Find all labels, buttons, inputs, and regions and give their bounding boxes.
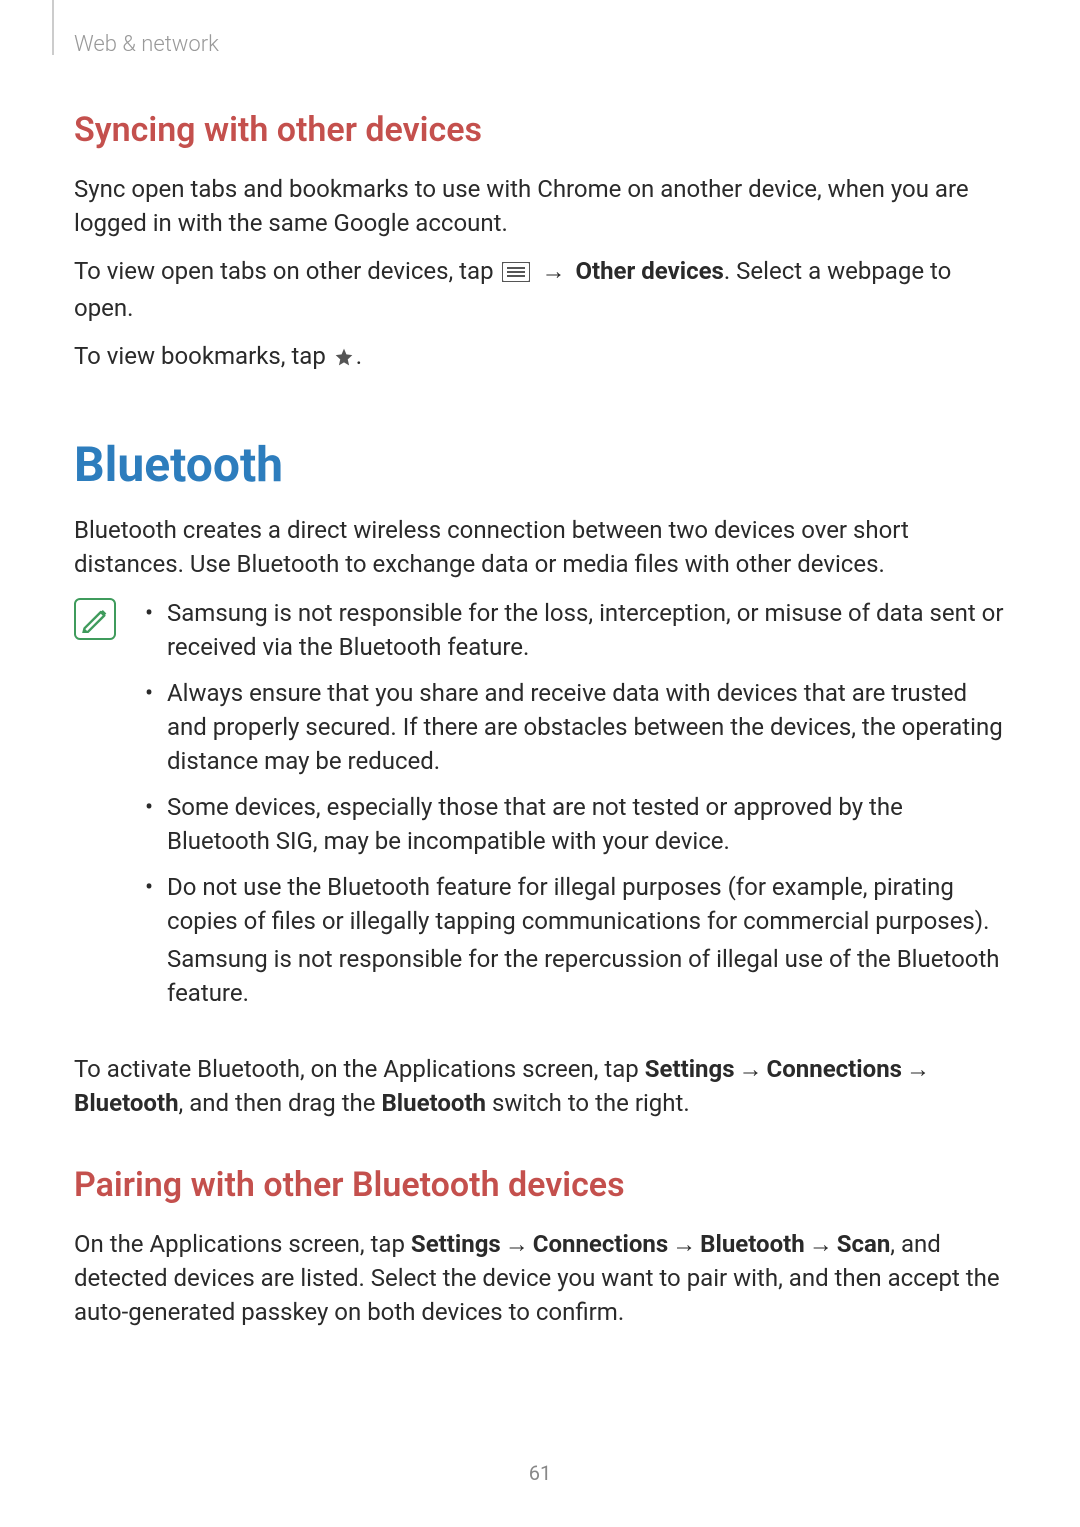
arrow-icon: →: [739, 1052, 763, 1086]
text-fragment: To view open tabs on other devices, tap: [74, 257, 500, 285]
text-fragment: To view bookmarks, tap: [74, 342, 332, 370]
syncing-p1: Sync open tabs and bookmarks to use with…: [74, 172, 1006, 240]
text-bold: Scan: [837, 1230, 891, 1258]
star-icon: [334, 342, 354, 376]
text-fragment: To activate Bluetooth, on the Applicatio…: [74, 1055, 645, 1083]
text-bold: Bluetooth: [74, 1089, 179, 1117]
note-item: Some devices, especially those that are …: [139, 790, 1006, 858]
note-item: Always ensure that you share and receive…: [139, 676, 1006, 778]
note-item: Do not use the Bluetooth feature for ill…: [139, 870, 1006, 1010]
note-sub-para: Samsung is not responsible for the reper…: [167, 942, 1006, 1010]
menu-icon: [502, 257, 530, 291]
text-fragment: On the Applications screen, tap: [74, 1230, 411, 1258]
text-bold: Bluetooth: [381, 1089, 486, 1117]
heading-syncing: Syncing with other devices: [74, 110, 1006, 150]
text-fragment: .: [356, 342, 362, 370]
syncing-p2: To view open tabs on other devices, tap …: [74, 254, 1006, 325]
note-icon: [74, 598, 116, 640]
note-item: Samsung is not responsible for the loss,…: [139, 596, 1006, 664]
arrow-icon: →: [541, 254, 565, 288]
text-bold: Connections: [533, 1230, 668, 1258]
note-block: Samsung is not responsible for the loss,…: [74, 596, 1006, 1023]
heading-bluetooth: Bluetooth: [74, 436, 1006, 493]
text-bold: Settings: [411, 1230, 501, 1258]
bluetooth-intro: Bluetooth creates a direct wireless conn…: [74, 513, 1006, 581]
bluetooth-activate: To activate Bluetooth, on the Applicatio…: [74, 1052, 1006, 1120]
text-bold: Bluetooth: [700, 1230, 805, 1258]
header-rule: [52, 0, 54, 55]
text-bold: Other devices: [575, 257, 723, 285]
syncing-p3: To view bookmarks, tap .: [74, 339, 1006, 376]
text-fragment: Do not use the Bluetooth feature for ill…: [167, 873, 990, 935]
breadcrumb: Web & network: [74, 32, 219, 57]
page-content: Syncing with other devices Sync open tab…: [0, 0, 1080, 1329]
note-icon-column: [74, 596, 139, 1023]
text-bold: Settings: [645, 1055, 735, 1083]
arrow-icon: →: [906, 1052, 930, 1086]
arrow-icon: →: [809, 1227, 833, 1261]
note-list: Samsung is not responsible for the loss,…: [139, 596, 1006, 1023]
text-fragment: switch to the right.: [486, 1089, 690, 1117]
pairing-p1: On the Applications screen, tap Settings…: [74, 1227, 1006, 1329]
page-number: 61: [0, 1461, 1080, 1485]
text-fragment: , and then drag the: [179, 1089, 382, 1117]
arrow-icon: →: [672, 1227, 696, 1261]
heading-pairing: Pairing with other Bluetooth devices: [74, 1165, 1006, 1205]
arrow-icon: →: [505, 1227, 529, 1261]
text-bold: Connections: [767, 1055, 902, 1083]
